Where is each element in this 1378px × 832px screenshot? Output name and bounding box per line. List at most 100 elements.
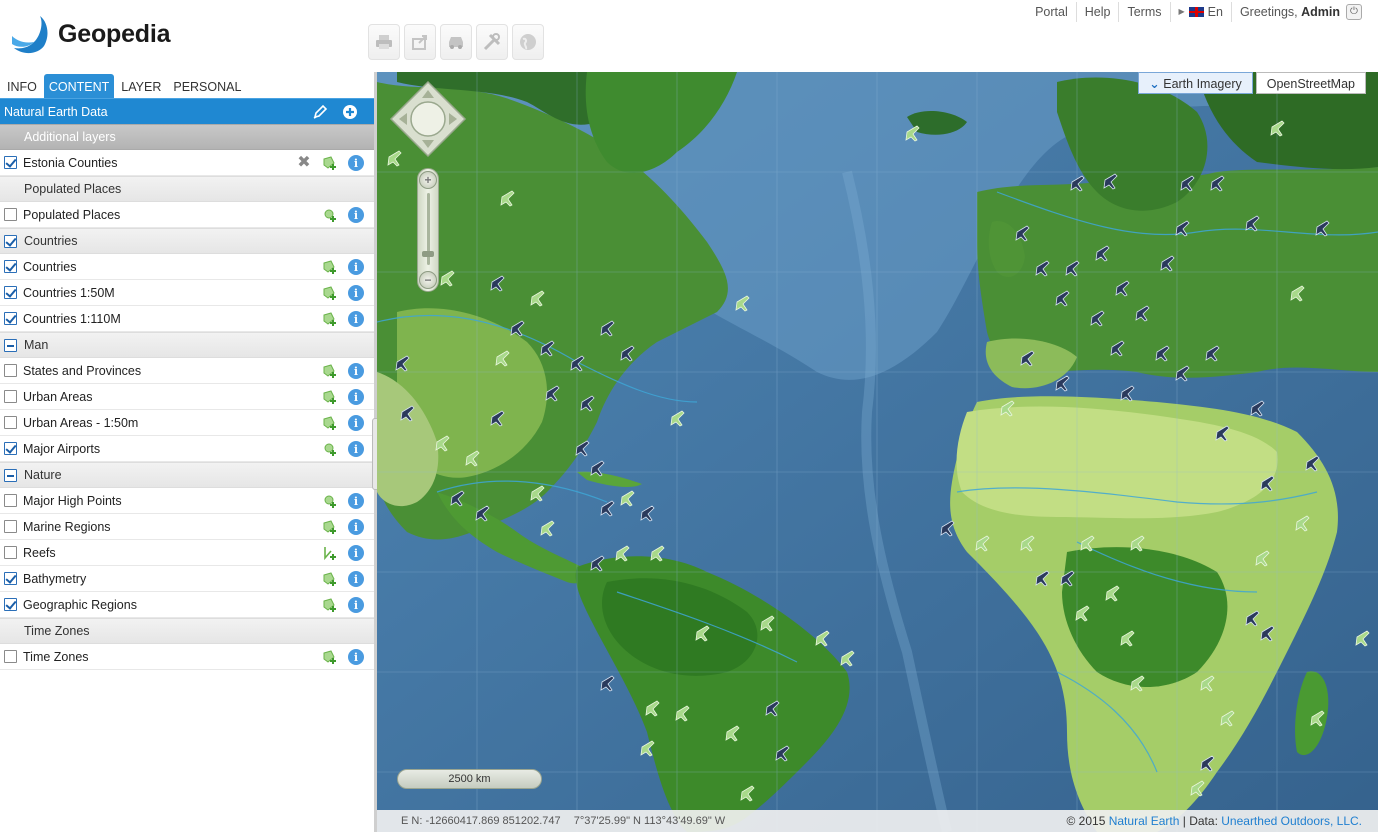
info-icon[interactable]: i [348,571,364,587]
info-icon[interactable]: i [348,493,364,509]
car-button[interactable] [440,24,472,60]
add-polygon-icon[interactable] [322,259,338,275]
info-icon[interactable]: i [348,207,364,223]
group-populated-places[interactable]: Populated Places [0,176,374,202]
tab-personal[interactable]: PERSONAL [168,74,246,98]
layer-checkbox[interactable] [4,390,17,403]
group-checkbox[interactable] [4,339,17,352]
layer-urban-areas[interactable]: Urban Areas i [0,384,374,410]
add-polygon-icon[interactable] [322,519,338,535]
info-icon[interactable]: i [348,363,364,379]
add-polygon-icon[interactable] [322,571,338,587]
info-icon[interactable]: i [348,155,364,171]
layer-countries-50m[interactable]: Countries 1:50M i [0,280,374,306]
layer-checkbox[interactable] [4,520,17,533]
add-polygon-icon[interactable] [322,415,338,431]
info-icon[interactable]: i [348,259,364,275]
layer-checkbox[interactable] [4,260,17,273]
add-plus-icon[interactable] [342,104,358,123]
layer-geographic-regions[interactable]: Geographic Regions i [0,592,374,618]
layer-checkbox[interactable] [4,312,17,325]
layer-checkbox[interactable] [4,286,17,299]
language-selector[interactable]: ▶ En [1169,2,1231,22]
logout-power-icon[interactable]: ⏻ [1346,4,1362,20]
tools-button[interactable] [476,24,508,60]
globe-icon [520,34,536,50]
map-canvas[interactable] [377,72,1378,832]
add-polygon-icon[interactable] [322,597,338,613]
layer-reefs[interactable]: Reefs i [0,540,374,566]
layer-checkbox[interactable] [4,416,17,429]
group-checkbox[interactable] [4,235,17,248]
add-polygon-icon[interactable] [322,311,338,327]
add-polygon-icon[interactable] [322,285,338,301]
layer-checkbox[interactable] [4,156,17,169]
group-additional-layers[interactable]: Additional layers [0,124,374,150]
group-man[interactable]: Man [0,332,374,358]
share-button[interactable] [404,24,436,60]
layer-label: Bathymetry [23,571,87,586]
natural-earth-link[interactable]: Natural Earth [1109,814,1180,828]
layer-states-provinces[interactable]: States and Provinces i [0,358,374,384]
info-icon[interactable]: i [348,649,364,665]
group-time-zones[interactable]: Time Zones [0,618,374,644]
layer-checkbox[interactable] [4,650,17,663]
add-point-icon[interactable] [322,493,338,509]
help-link[interactable]: Help [1075,2,1119,22]
layer-marine-regions[interactable]: Marine Regions i [0,514,374,540]
openstreetmap-button[interactable]: OpenStreetMap [1255,72,1366,94]
tab-content[interactable]: CONTENT [43,74,115,98]
info-icon[interactable]: i [348,597,364,613]
layer-urban-areas-50m[interactable]: Urban Areas - 1:50m i [0,410,374,436]
add-point-icon[interactable] [322,207,338,223]
layer-populated-places[interactable]: Populated Places i [0,202,374,228]
layer-checkbox[interactable] [4,598,17,611]
layer-checkbox[interactable] [4,546,17,559]
print-button[interactable] [368,24,400,60]
layer-major-airports[interactable]: Major Airports i [0,436,374,462]
layer-checkbox[interactable] [4,572,17,585]
group-nature[interactable]: Nature [0,462,374,488]
layer-checkbox[interactable] [4,442,17,455]
zoom-in-button[interactable]: + [419,171,437,189]
layer-checkbox[interactable] [4,364,17,377]
info-icon[interactable]: i [348,415,364,431]
add-line-icon[interactable] [322,545,338,561]
layer-estonia-counties[interactable]: Estonia Counties ✖ i [0,150,374,176]
layer-checkbox[interactable] [4,494,17,507]
layer-bathymetry[interactable]: Bathymetry i [0,566,374,592]
remove-x-icon[interactable]: ✖ [296,155,312,171]
earth-imagery-button[interactable]: ⌄ Earth Imagery [1138,72,1253,94]
zoom-level-indicator[interactable] [422,251,434,257]
add-polygon-icon[interactable] [322,363,338,379]
add-point-icon[interactable] [322,441,338,457]
layer-countries[interactable]: Countries i [0,254,374,280]
map-view[interactable]: + − ⌄ Earth Imagery OpenStreetMap 2500 k… [377,72,1378,832]
info-icon[interactable]: i [348,519,364,535]
layer-checkbox[interactable] [4,208,17,221]
zoom-slider[interactable]: + − [417,168,439,292]
unearthed-outdoors-link[interactable]: Unearthed Outdoors, LLC. [1221,814,1362,828]
group-countries[interactable]: Countries [0,228,374,254]
terms-link[interactable]: Terms [1118,2,1169,22]
add-polygon-icon[interactable] [322,649,338,665]
pan-control[interactable] [389,80,467,158]
logo[interactable]: Geopedia [10,14,171,54]
add-polygon-icon[interactable] [322,389,338,405]
globe-button[interactable] [512,24,544,60]
tab-info[interactable]: INFO [2,74,42,98]
edit-pencil-icon[interactable] [312,104,328,123]
layer-major-high-points[interactable]: Major High Points i [0,488,374,514]
layer-time-zones[interactable]: Time Zones i [0,644,374,670]
add-polygon-icon[interactable] [322,155,338,171]
tab-layer[interactable]: LAYER [116,74,166,98]
info-icon[interactable]: i [348,441,364,457]
layer-countries-110m[interactable]: Countries 1:110M i [0,306,374,332]
group-checkbox[interactable] [4,469,17,482]
info-icon[interactable]: i [348,389,364,405]
portal-link[interactable]: Portal [1027,2,1076,22]
info-icon[interactable]: i [348,311,364,327]
zoom-out-button[interactable]: − [419,271,437,289]
info-icon[interactable]: i [348,545,364,561]
info-icon[interactable]: i [348,285,364,301]
